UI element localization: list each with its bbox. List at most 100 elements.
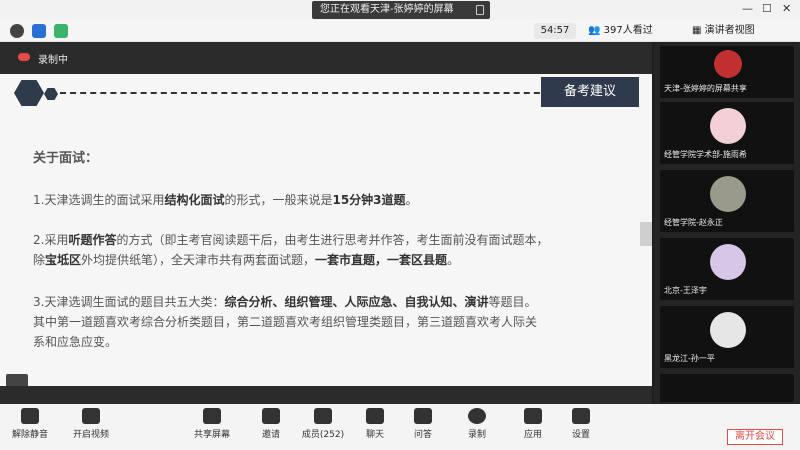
slide-divider [60,92,560,94]
p3-text-b: 等题目。 [488,295,537,309]
maximize-icon[interactable]: ☐ [762,2,772,15]
participant-sidebar: 天津-张婷婷的屏幕共享 经管学院学术部-施雨希 经管学院-赵永正 北京-王泽宇 … [654,42,800,404]
p1-text-a: 1.天津选调生的面试采用 [33,193,165,207]
record-button[interactable]: 录制 [462,408,492,440]
slide-logo-icon [14,80,44,106]
p2-bold-a: 听题作答 [68,233,117,247]
p2-bold-c: 一套市直题，一套区县题 [315,253,448,267]
members-button[interactable]: 成员(252) [298,408,348,440]
minimize-icon[interactable]: — [742,2,753,15]
slide-section-badge: 备考建议 [541,77,639,107]
chat-icon [366,408,384,424]
p2-bold-b: 宝坻区 [45,253,82,267]
slide-heading: 关于面试： [33,151,99,166]
apps-label: 应用 [523,430,542,440]
members-label: 成员(252) [301,430,345,440]
participant-tile[interactable]: 黑龙江-孙一平 [660,306,794,368]
share-screen-icon [203,408,221,424]
grid-icon: ▦ [692,25,705,36]
title-bar: 您正在观看天津-张婷婷的屏幕 — ☐ ✕ [0,0,800,20]
p1-text-b: 的形式，一般来说是 [224,193,333,207]
signal-icon[interactable] [54,24,68,38]
qa-label: 问答 [413,430,432,440]
close-icon[interactable]: ✕ [782,2,791,15]
meeting-controls-bar: 解除静音 开启视频 共享屏幕 邀请 成员(252) 聊天 问答 录制 应用 设置… [0,404,800,450]
apps-icon [524,408,542,424]
start-video-label: 开启视频 [72,430,109,440]
chat-label: 聊天 [365,430,384,440]
apps-button[interactable]: 应用 [518,408,548,440]
viewer-count[interactable]: 👥 397人看过 [588,23,653,39]
members-icon [314,408,332,424]
avatar [710,312,746,348]
invite-button[interactable]: 邀请 [256,408,286,440]
avatar [710,244,746,280]
qa-button[interactable]: 问答 [408,408,438,440]
recording-bar: 录制中 [0,42,652,74]
participant-name: 经管学院学术部-施雨希 [664,150,747,159]
p3-text-c: 其中第一道题喜欢考综合分析类题目，第二道题喜欢考组织管理类题目，第三道题喜欢考人… [33,315,538,329]
meeting-toolbar: 54:57 👥 397人看过 ▦ 演讲者视图 [0,20,800,42]
recording-label: 录制中 [38,55,68,66]
settings-label: 设置 [571,430,590,440]
meeting-timer: 54:57 [534,23,576,39]
p1-bold-a: 结构化面试 [164,193,225,207]
chat-button[interactable]: 聊天 [360,408,390,440]
slide-paragraph-1: 1.天津选调生的面试采用结构化面试的形式，一般来说是15分钟3道题。 [33,190,623,210]
p2-text-d: 外均提供纸笔），全天津市共有两套面试题， [81,253,316,267]
unmute-label: 解除静音 [11,430,48,440]
participant-name: 北京-王泽宇 [664,286,707,295]
participant-tile[interactable]: 北京-王泽宇 [660,238,794,300]
participant-tile[interactable]: 天津-张婷婷的屏幕共享 [660,46,794,98]
record-icon [468,408,486,424]
slide-hex-decoration [44,88,58,100]
invite-label: 邀请 [261,430,280,440]
screen-share-area: 录制中 备考建议 关于面试： 1.天津选调生的面试采用结构化面试的形式，一般来说… [0,42,652,404]
avatar [710,176,746,212]
p3-bold-a: 综合分析、组织管理、人际应急、自我认知、演讲 [224,295,489,309]
slide-paragraph-3: 3.天津选调生面试的题目共五大类：综合分析、组织管理、人际应急、自我认知、演讲等… [33,292,623,352]
record-label: 录制 [467,430,486,440]
people-icon: 👥 [588,25,604,36]
participant-tile[interactable] [660,374,794,402]
participant-name: 黑龙江-孙一平 [664,354,715,363]
info-icon[interactable] [10,24,24,38]
p2-text-c: 除 [33,253,46,267]
view-mode-button[interactable]: ▦ 演讲者视图 [692,23,755,39]
participant-tile[interactable]: 经管学院学术部-施雨希 [660,102,794,164]
unmute-button[interactable]: 解除静音 [10,408,50,440]
gear-icon [572,408,590,424]
viewer-count-text: 397人看过 [603,25,653,36]
participant-tile[interactable]: 经管学院-赵永正 [660,170,794,232]
settings-button[interactable]: 设置 [566,408,596,440]
shield-icon[interactable] [32,24,46,38]
microphone-muted-icon [21,408,39,424]
p3-text-a: 3.天津选调生面试的题目共五大类： [33,295,225,309]
p2-text-b: 的方式（即主考官阅读题干后，由考生进行思考并作答，考生面前没有面试题本， [116,233,549,247]
slide-paragraph-2: 2.采用听题作答的方式（即主考官阅读题干后，由考生进行思考并作答，考生面前没有面… [33,230,623,270]
share-screen-button[interactable]: 共享屏幕 [190,408,234,440]
participant-name: 天津-张婷婷的屏幕共享 [664,84,747,93]
avatar [710,108,746,144]
start-video-button[interactable]: 开启视频 [68,408,114,440]
window-title-text: 您正在观看天津-张婷婷的屏幕 [320,4,454,15]
p1-bold-b: 15分钟3道题 [332,193,406,207]
cloud-record-icon [18,53,30,61]
pin-icon[interactable] [476,5,484,15]
p2-text-a: 2.采用 [33,233,69,247]
camera-off-icon [82,408,100,424]
p3-text-d: 系和应急应变。 [33,335,118,349]
add-user-icon [262,408,280,424]
participant-name: 经管学院-赵永正 [664,218,723,227]
presentation-slide: 备考建议 关于面试： 1.天津选调生的面试采用结构化面试的形式，一般来说是15分… [0,74,652,392]
view-mode-label: 演讲者视图 [704,25,755,36]
window-title: 您正在观看天津-张婷婷的屏幕 [312,1,490,19]
p1-text-c: 。 [405,193,418,207]
share-screen-label: 共享屏幕 [193,430,230,440]
share-bottom-strip [0,386,652,404]
leave-meeting-button[interactable]: 离开会议 [727,429,783,445]
collapse-sidebar-arrow-icon[interactable] [640,222,652,246]
avatar [714,50,742,78]
qa-icon [414,408,432,424]
p2-text-e: 。 [447,253,460,267]
